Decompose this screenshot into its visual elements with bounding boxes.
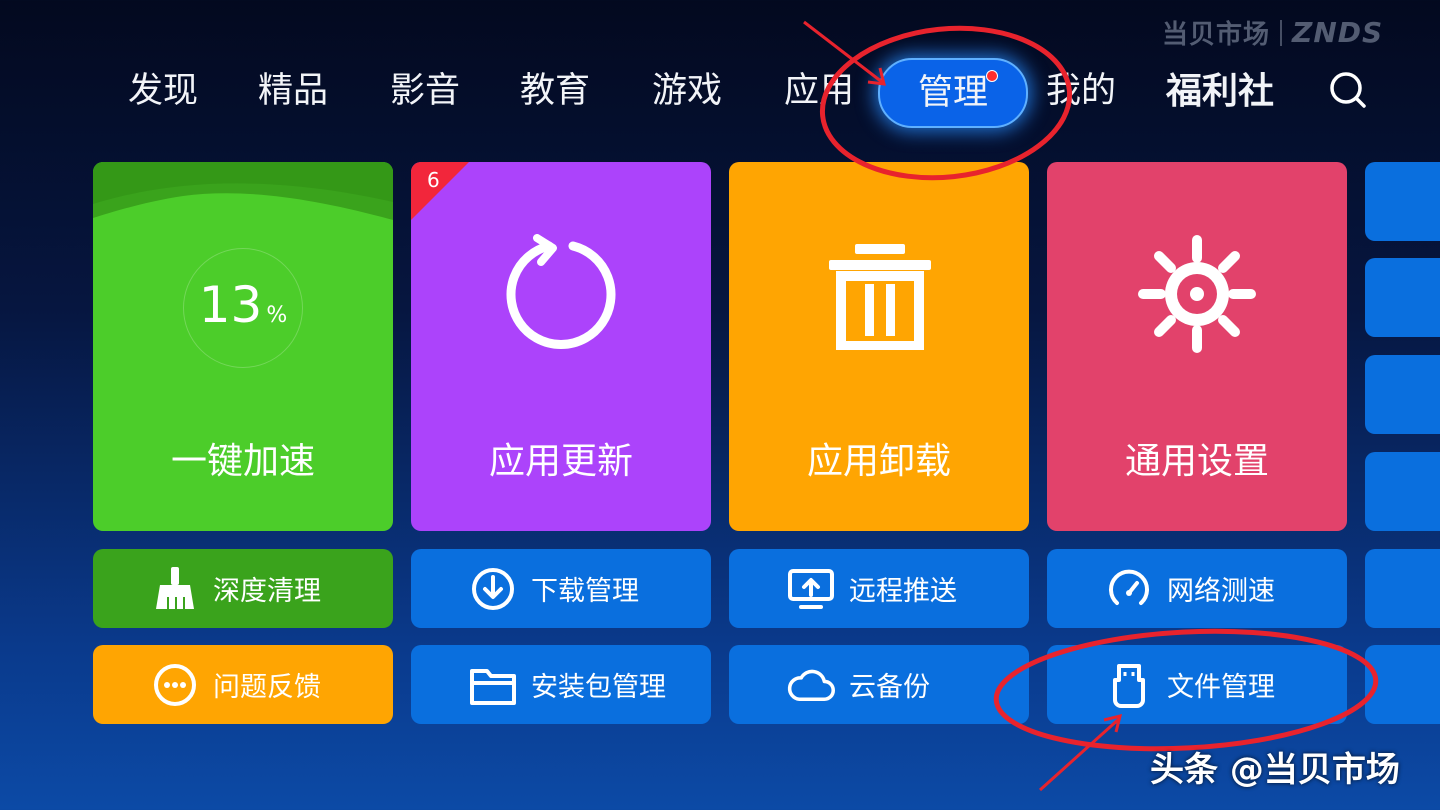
nav-tab-manage-label: 管理 xyxy=(918,73,989,113)
feedback-icon xyxy=(151,661,199,709)
tile-app-update[interactable]: 6 应用更新 xyxy=(411,162,711,531)
partial-tile[interactable] xyxy=(1365,355,1440,434)
gear-icon xyxy=(1138,235,1256,353)
cloud-icon xyxy=(787,661,835,709)
tile-speedup[interactable]: 13% 一键加速 xyxy=(93,162,393,531)
speedometer-icon xyxy=(1105,565,1153,613)
tile-network-speed[interactable]: 网络测速 xyxy=(1047,549,1347,628)
brand-watermark-divider xyxy=(1280,19,1283,46)
nav-tab-manage[interactable]: 管理 xyxy=(878,58,1029,128)
search-icon[interactable] xyxy=(1328,70,1368,110)
partial-tile[interactable] xyxy=(1365,162,1440,241)
tile-file-manage-label: 文件管理 xyxy=(1167,672,1275,703)
usb-drive-icon xyxy=(1105,661,1153,709)
partial-tile[interactable] xyxy=(1365,258,1440,337)
update-count: 6 xyxy=(427,168,440,192)
speed-percent-value: 13 xyxy=(198,276,263,334)
nav-tab-education[interactable]: 教育 xyxy=(520,68,590,114)
brand-watermark-en: ZNDS xyxy=(1292,16,1384,49)
refresh-icon xyxy=(506,234,616,350)
tile-feedback-label: 问题反馈 xyxy=(213,672,321,703)
footer-watermark: 头条 @当贝市场 xyxy=(1150,750,1400,790)
nav-tab-mine[interactable]: 我的 xyxy=(1046,68,1116,114)
tile-speedup-label: 一键加速 xyxy=(170,441,315,482)
tile-general-settings[interactable]: 通用设置 xyxy=(1047,162,1347,531)
partial-tile[interactable] xyxy=(1365,645,1440,724)
tile-deep-clean[interactable]: 深度清理 xyxy=(93,549,393,628)
broom-icon xyxy=(151,565,199,613)
trash-icon xyxy=(829,244,931,350)
tile-cloud-backup[interactable]: 云备份 xyxy=(729,645,1029,724)
speed-percent-sign: % xyxy=(266,303,288,328)
partial-tile[interactable] xyxy=(1365,549,1440,628)
tile-remote-push[interactable]: 远程推送 xyxy=(729,549,1029,628)
tile-app-update-label: 应用更新 xyxy=(488,441,633,482)
tile-feedback[interactable]: 问题反馈 xyxy=(93,645,393,724)
wave-decoration xyxy=(93,162,393,220)
tile-file-manage[interactable]: 文件管理 xyxy=(1047,645,1347,724)
remote-push-icon xyxy=(787,565,835,613)
tile-app-uninstall[interactable]: 应用卸载 xyxy=(729,162,1029,531)
tile-remote-push-label: 远程推送 xyxy=(849,576,957,607)
notification-dot xyxy=(986,70,999,82)
download-icon xyxy=(469,565,517,613)
brand-watermark-cn: 当贝市场 xyxy=(1162,20,1271,50)
folder-icon xyxy=(469,661,517,709)
update-count-badge xyxy=(411,162,469,220)
nav-tab-games[interactable]: 游戏 xyxy=(652,68,722,114)
nav-tab-welfare[interactable]: 福利社 xyxy=(1166,68,1274,114)
brand-watermark: 当贝市场 ZNDS xyxy=(1162,14,1383,51)
partial-tile[interactable] xyxy=(1365,452,1440,531)
speed-percent: 13% xyxy=(93,276,393,334)
tile-cloud-backup-label: 云备份 xyxy=(849,672,930,703)
tile-package-manage[interactable]: 安装包管理 xyxy=(411,645,711,724)
top-nav: 发现 精品 影音 教育 游戏 应用 管理 我的 福利社 xyxy=(0,58,1440,128)
tile-network-speed-label: 网络测速 xyxy=(1167,576,1275,607)
tile-general-settings-label: 通用设置 xyxy=(1124,441,1269,482)
tile-deep-clean-label: 深度清理 xyxy=(213,576,321,607)
tile-download-manage-label: 下载管理 xyxy=(531,576,639,607)
tile-download-manage[interactable]: 下载管理 xyxy=(411,549,711,628)
nav-tab-featured[interactable]: 精品 xyxy=(258,68,328,114)
nav-tab-apps[interactable]: 应用 xyxy=(784,68,854,114)
tile-package-manage-label: 安装包管理 xyxy=(531,672,666,703)
annotation-arrow-file-manage xyxy=(1038,716,1122,792)
tile-app-uninstall-label: 应用卸载 xyxy=(806,441,951,482)
nav-tab-media[interactable]: 影音 xyxy=(390,68,460,114)
nav-tab-discover[interactable]: 发现 xyxy=(128,68,198,114)
